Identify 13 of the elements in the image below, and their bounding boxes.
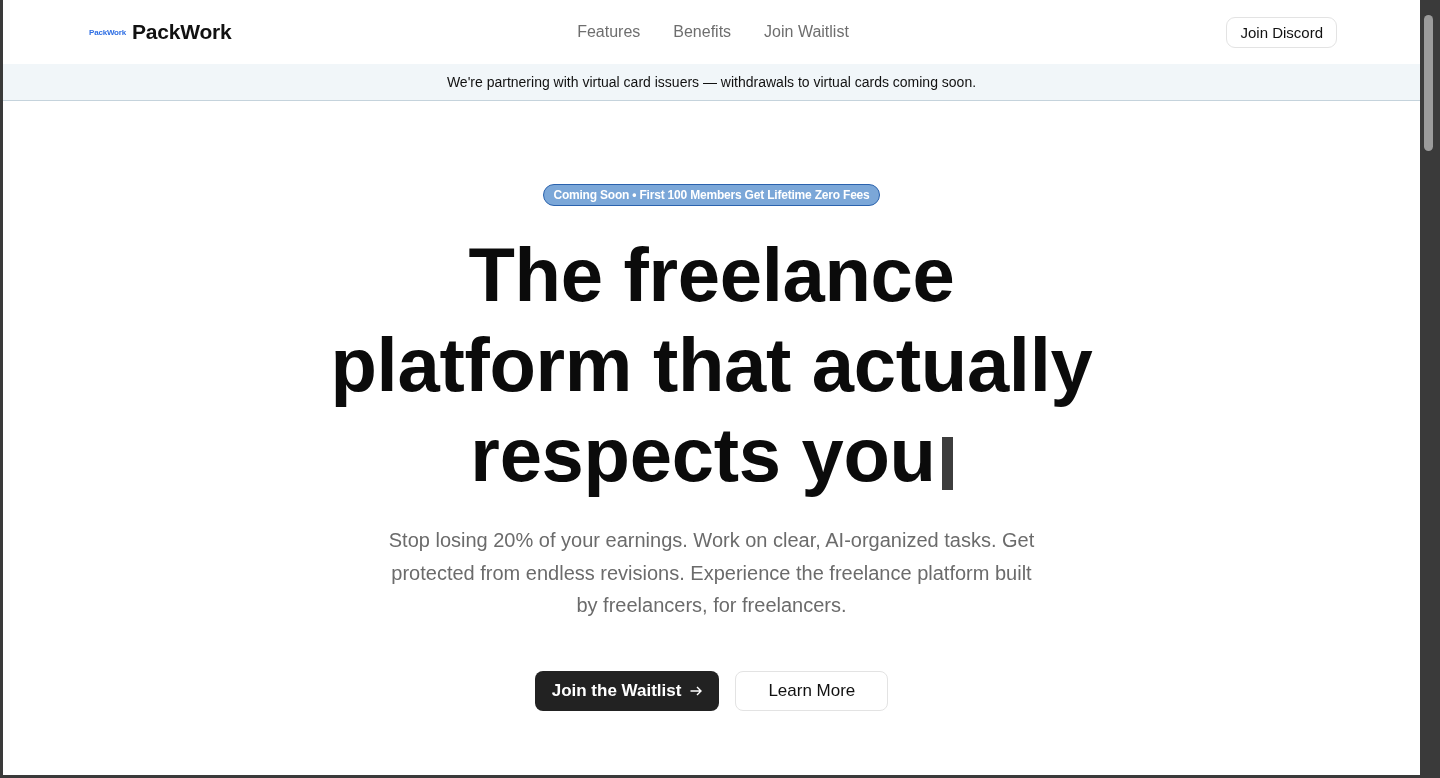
nav-link[interactable]: Features bbox=[577, 23, 641, 41]
hero-description: Stop losing 20% of your earnings. Work on clear, AI-organized tasks. Get protected from endless revisions. Experience the freelance platform built by freelancers, for freelancers. bbox=[387, 528, 1036, 618]
hero-heading: The freelance platform that actually respects you bbox=[329, 231, 1094, 499]
scrollbar-thumb[interactable] bbox=[1424, 15, 1433, 151]
learn-more-button[interactable]: Learn More bbox=[735, 670, 889, 711]
logo-mark: PackWork bbox=[89, 27, 126, 37]
brand-logo-link[interactable]: PackWork bbox=[131, 20, 232, 44]
join-discord-button[interactable]: Join Discord bbox=[1226, 16, 1337, 48]
join-waitlist-button[interactable]: Join the Waitlist bbox=[534, 670, 720, 711]
nav-link[interactable]: Benefits bbox=[673, 23, 732, 41]
announcement-text: We're partnering with virtual card issuers — withdrawals to virtual cards coming soon. bbox=[446, 74, 977, 90]
nav-link[interactable]: Join Waitlist bbox=[764, 23, 849, 41]
announcement-badge: Coming Soon • First 100 Members Get Lifetime Zero Fees bbox=[543, 184, 880, 206]
